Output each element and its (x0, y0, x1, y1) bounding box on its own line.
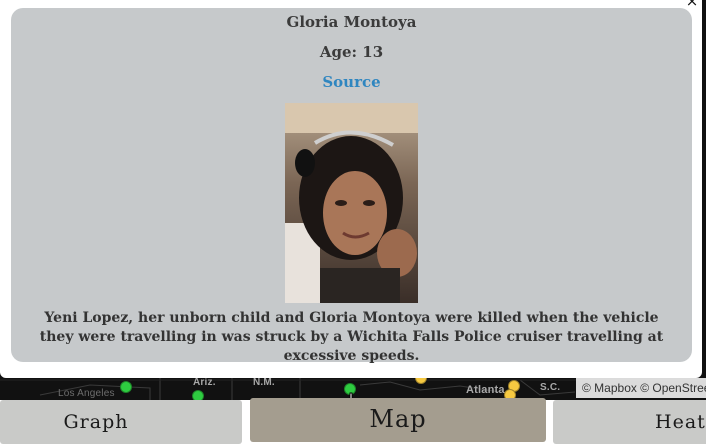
tab-map[interactable]: Map (250, 398, 546, 442)
view-tabs: Graph Map Heatmap (0, 398, 706, 446)
portrait-photo-icon (285, 103, 418, 303)
map-label-atlanta: Atlanta (466, 384, 505, 396)
map-marker[interactable] (192, 390, 204, 400)
incident-description: Yeni Lopez, her unborn child and Gloria … (39, 310, 664, 364)
victim-name: Gloria Montoya (286, 13, 417, 31)
victim-age: Age: 13 (319, 43, 384, 61)
popup-container: × Gloria Montoya Age: 13 Source Yeni Lop… (0, 0, 702, 378)
victim-popup: Gloria Montoya Age: 13 Source Yeni Lopez… (11, 8, 692, 364)
map-label-sc: S.C. (540, 382, 561, 393)
map-label-nm: N.M. (253, 377, 275, 388)
source-link[interactable]: Source (11, 73, 692, 91)
tab-graph[interactable]: Graph (0, 400, 242, 444)
map-marker[interactable] (120, 381, 132, 393)
map-label-los-angeles: Los Angeles (58, 388, 115, 399)
tab-heatmap[interactable]: Heatmap (553, 400, 706, 444)
map-label-ariz: Ariz. (193, 377, 216, 388)
page: Los Angeles Ariz. N.M. Atlanta S.C. © Ma… (0, 0, 706, 446)
map-attribution[interactable]: © Mapbox © OpenStreetMap (576, 378, 706, 398)
victim-photo (285, 103, 418, 303)
